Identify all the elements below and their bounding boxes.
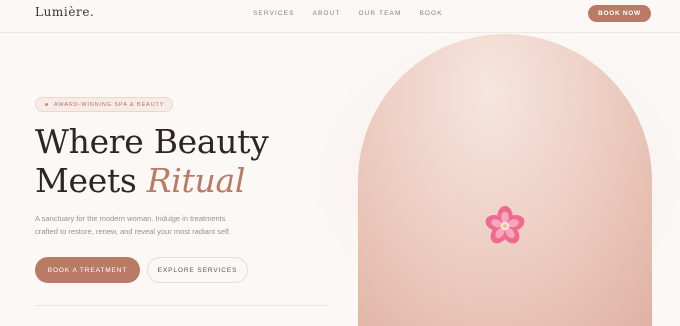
nav-book[interactable]: BOOK — [419, 10, 442, 17]
explore-services-button[interactable]: EXPLORE SERVICES — [147, 257, 248, 283]
award-badge: AWARD-WINNING SPA & BEAUTY — [35, 97, 174, 112]
headline-line-1: Where Beauty — [35, 122, 269, 161]
main-nav: SERVICES ABOUT OUR TEAM BOOK — [253, 10, 461, 17]
nav-about[interactable]: ABOUT — [313, 10, 341, 17]
hero-arch-image — [358, 34, 652, 326]
cherry-blossom-icon — [485, 205, 525, 244]
headline-accent: Ritual — [146, 161, 246, 200]
badge-label: AWARD-WINNING SPA & BEAUTY — [54, 101, 165, 108]
hero-description: A sanctuary for the modern woman. Indulg… — [35, 214, 231, 236]
nav-our-team[interactable]: OUR TEAM — [358, 10, 401, 17]
book-treatment-button[interactable]: BOOK A TREATMENT — [35, 257, 140, 283]
nav-services[interactable]: SERVICES — [253, 10, 295, 17]
headline-line-2: Meets — [35, 161, 137, 200]
section-divider — [35, 305, 328, 306]
badge-dot-icon — [45, 103, 48, 106]
hero-headline: Where Beauty Meets Ritual — [35, 122, 269, 200]
logo[interactable]: Lumière. — [35, 5, 94, 19]
